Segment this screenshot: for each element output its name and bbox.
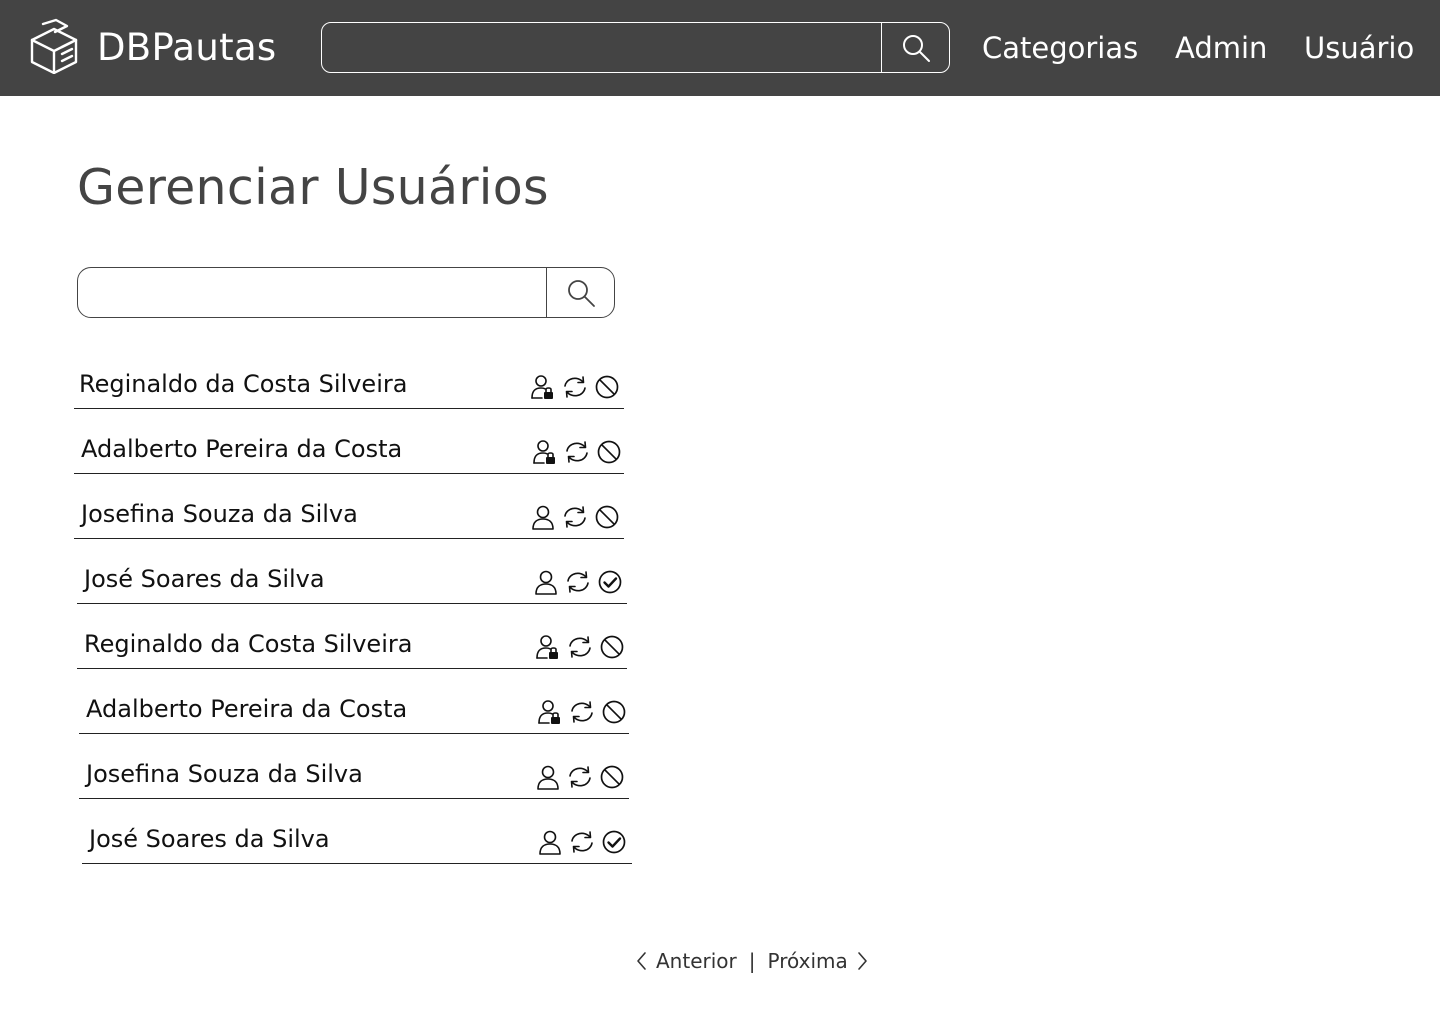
search-icon [902,34,930,62]
block-icon [599,634,625,660]
refresh-icon [562,375,588,399]
pagination-previous[interactable]: Anterior [636,949,737,973]
role-button[interactable] [534,634,561,661]
chevron-right-icon [857,952,867,970]
nav-usuario[interactable]: Usuário [1304,30,1414,66]
user-row-actions [532,567,623,597]
check-circle-icon [597,569,623,595]
reset-button[interactable] [561,374,588,401]
nav-admin[interactable]: Admin [1175,30,1267,66]
user-row: Reginaldo da Costa Silveira [74,367,624,409]
refresh-icon [562,505,588,529]
user-lock-icon [532,439,557,465]
user-row-actions [536,697,627,727]
refresh-icon [565,570,591,594]
user-search-input[interactable] [78,268,546,317]
status-button[interactable] [593,504,620,531]
user-lock-icon [537,699,562,725]
status-button[interactable] [595,439,622,466]
user-row: Reginaldo da Costa Silveira [77,627,627,669]
pagination-next-label: Próxima [767,949,848,973]
refresh-icon [564,440,590,464]
user-icon [538,829,562,855]
user-icon [531,504,555,530]
search-icon [567,279,595,307]
status-button[interactable] [600,699,627,726]
user-name: Reginaldo da Costa Silveira [79,370,408,398]
reset-button[interactable] [564,569,591,596]
user-search-button[interactable] [546,268,614,317]
status-button[interactable] [600,829,627,856]
refresh-icon [569,700,595,724]
pagination-next[interactable]: Próxima [768,949,868,973]
reset-button[interactable] [568,829,595,856]
user-icon [536,764,560,790]
user-row: Josefina Souza da Silva [74,497,624,539]
role-button[interactable] [532,569,559,596]
reset-button[interactable] [568,699,595,726]
user-row-actions [531,437,622,467]
user-icon [534,569,558,595]
user-row-actions [536,827,627,857]
user-row-actions [529,372,620,402]
status-button[interactable] [598,764,625,791]
role-button[interactable] [529,504,556,531]
reset-button[interactable] [566,764,593,791]
user-row: Adalberto Pereira da Costa [79,692,629,734]
reset-button[interactable] [566,634,593,661]
block-icon [594,374,620,400]
user-row: Adalberto Pereira da Costa [74,432,624,474]
role-button[interactable] [536,829,563,856]
user-row-actions [534,762,625,792]
status-button[interactable] [596,569,623,596]
user-name: Adalberto Pereira da Costa [86,695,408,723]
user-search-box [77,267,615,318]
header-search-box [321,22,950,73]
user-row-actions [534,632,625,662]
pagination-separator: | [748,949,756,973]
user-row: José Soares da Silva [77,562,627,604]
role-button[interactable] [534,764,561,791]
block-icon [601,699,627,725]
chevron-left-icon [637,952,646,970]
logo-icon[interactable] [29,18,79,75]
user-name: Josefina Souza da Silva [86,760,363,788]
block-icon [599,764,625,790]
pagination: Anterior | Próxima [636,946,868,976]
user-lock-icon [530,374,555,400]
brand-name[interactable]: DBPautas [97,27,277,69]
header-search-input[interactable] [322,23,881,72]
check-circle-icon [601,829,627,855]
role-button[interactable] [531,439,558,466]
reset-button[interactable] [563,439,590,466]
user-lock-icon [535,634,560,660]
status-button[interactable] [598,634,625,661]
pagination-previous-label: Anterior [656,949,737,973]
role-button[interactable] [536,699,563,726]
page-title: Gerenciar Usuários [77,159,549,216]
user-row-actions [529,502,620,532]
role-button[interactable] [529,374,556,401]
reset-button[interactable] [561,504,588,531]
block-icon [596,439,622,465]
header-search-button[interactable] [881,23,949,72]
user-row: José Soares da Silva [82,822,632,864]
user-name: José Soares da Silva [84,565,325,593]
user-name: Adalberto Pereira da Costa [81,435,403,463]
block-icon [594,504,620,530]
refresh-icon [567,765,593,789]
status-button[interactable] [593,374,620,401]
user-name: Josefina Souza da Silva [81,500,358,528]
user-row: Josefina Souza da Silva [79,757,629,799]
refresh-icon [569,830,595,854]
top-navbar: DBPautas Categorias Admin Usuário [0,0,1440,96]
user-name: José Soares da Silva [89,825,330,853]
nav-categorias[interactable]: Categorias [982,30,1138,66]
user-name: Reginaldo da Costa Silveira [84,630,413,658]
refresh-icon [567,635,593,659]
